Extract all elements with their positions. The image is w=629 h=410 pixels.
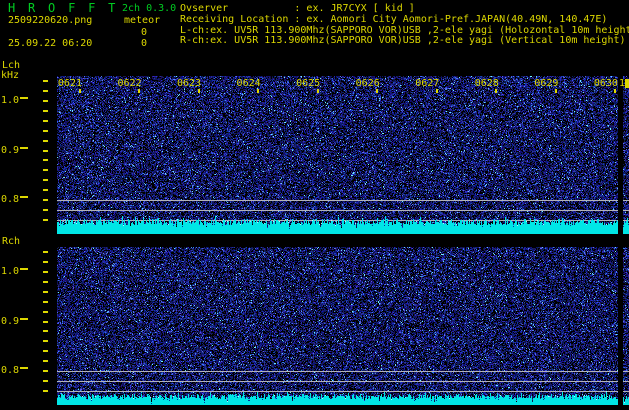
- freq-tick-major: [20, 147, 28, 149]
- meteor-count-l: 0: [125, 28, 147, 38]
- freq-tick-minor: [43, 380, 48, 382]
- time-label: 0628: [474, 79, 499, 89]
- time-label: 0623: [176, 79, 201, 89]
- time-tick: [555, 89, 557, 93]
- location-line: Receiving Location : ex. Aomori City Aom…: [180, 15, 607, 25]
- lch-freq-tick-label: 0.8: [1, 195, 20, 205]
- freq-tick-minor: [43, 140, 48, 142]
- lch-freq-tick-label: 1.0: [1, 96, 20, 106]
- freq-tick-major: [20, 196, 28, 198]
- time-label: 0622: [117, 79, 142, 89]
- rch-spectrogram: [57, 247, 629, 405]
- time-tick: [614, 89, 616, 93]
- time-tick: [495, 89, 497, 93]
- time-label: 0626: [355, 79, 380, 89]
- freq-tick-minor: [43, 100, 48, 102]
- freq-tick-minor: [43, 291, 48, 293]
- lch-spectrogram: [57, 76, 629, 234]
- freq-tick-major: [20, 268, 28, 270]
- time-label: 0629: [533, 79, 558, 89]
- time-label: 0621: [57, 79, 82, 89]
- freq-tick-minor: [43, 350, 48, 352]
- freq-tick-major: [20, 367, 28, 369]
- meteor-count-r: 0: [125, 39, 147, 49]
- freq-tick-minor: [43, 199, 48, 201]
- freq-tick-minor: [43, 150, 48, 152]
- time-tick: [79, 89, 81, 93]
- freq-tick-minor: [43, 370, 48, 372]
- time-label: 0627: [414, 79, 439, 89]
- freq-tick-minor: [43, 251, 48, 253]
- time-tick: [376, 89, 378, 93]
- freq-unit-label: kHz: [1, 71, 19, 81]
- freq-tick-minor: [43, 261, 48, 263]
- time-tick: [198, 89, 200, 93]
- hrofft-screen: HROFFT 2ch 0.3.0 2509220620.png meteor 0…: [0, 0, 629, 410]
- time-tick: [317, 89, 319, 93]
- app-title: HROFFT: [8, 2, 128, 14]
- freq-tick-minor: [43, 360, 48, 362]
- freq-tick-minor: [43, 120, 48, 122]
- time-label: 0630: [593, 79, 618, 89]
- time-tick: [257, 89, 259, 93]
- time-label: 0625: [295, 79, 320, 89]
- observer-line: Ovserver : ex. JR7CYX [ kid ]: [180, 4, 415, 14]
- datetime: 25.09.22 06:20: [8, 39, 92, 49]
- freq-tick-minor: [43, 90, 48, 92]
- freq-tick-minor: [43, 311, 48, 313]
- file-name: 2509220620.png: [8, 16, 92, 26]
- freq-tick-minor: [43, 390, 48, 392]
- freq-tick-minor: [43, 110, 48, 112]
- rch-freq-tick-label: 0.8: [1, 366, 20, 376]
- rch-config-line: R-ch:ex. UV5R 113.900Mhz(SAPPORO VOR)USB…: [180, 36, 626, 46]
- freq-tick-major: [20, 318, 28, 320]
- freq-tick-minor: [43, 159, 48, 161]
- time-tick: [436, 89, 438, 93]
- freq-tick-minor: [43, 179, 48, 181]
- freq-tick-minor: [43, 209, 48, 211]
- freq-tick-minor: [43, 80, 48, 82]
- rch-channel-label: Rch: [2, 237, 20, 247]
- freq-tick-minor: [43, 219, 48, 221]
- freq-tick-minor: [43, 169, 48, 171]
- time-tick: [138, 89, 140, 93]
- freq-tick-minor: [43, 301, 48, 303]
- freq-tick-major: [20, 97, 28, 99]
- rch-freq-tick-label: 0.9: [1, 317, 20, 327]
- rch-freq-tick-label: 1.0: [1, 267, 20, 277]
- freq-tick-minor: [43, 130, 48, 132]
- freq-tick-minor: [43, 271, 48, 273]
- freq-tick-minor: [43, 189, 48, 191]
- mode-label: meteor: [124, 16, 160, 26]
- freq-tick-minor: [43, 340, 48, 342]
- freq-tick-minor: [43, 330, 48, 332]
- freq-tick-minor: [43, 321, 48, 323]
- app-version: 2ch 0.3.0: [122, 4, 176, 14]
- time-label: 0624: [236, 79, 261, 89]
- next-minute-partial-block: [625, 79, 629, 88]
- lch-freq-tick-label: 0.9: [1, 146, 20, 156]
- freq-tick-minor: [43, 281, 48, 283]
